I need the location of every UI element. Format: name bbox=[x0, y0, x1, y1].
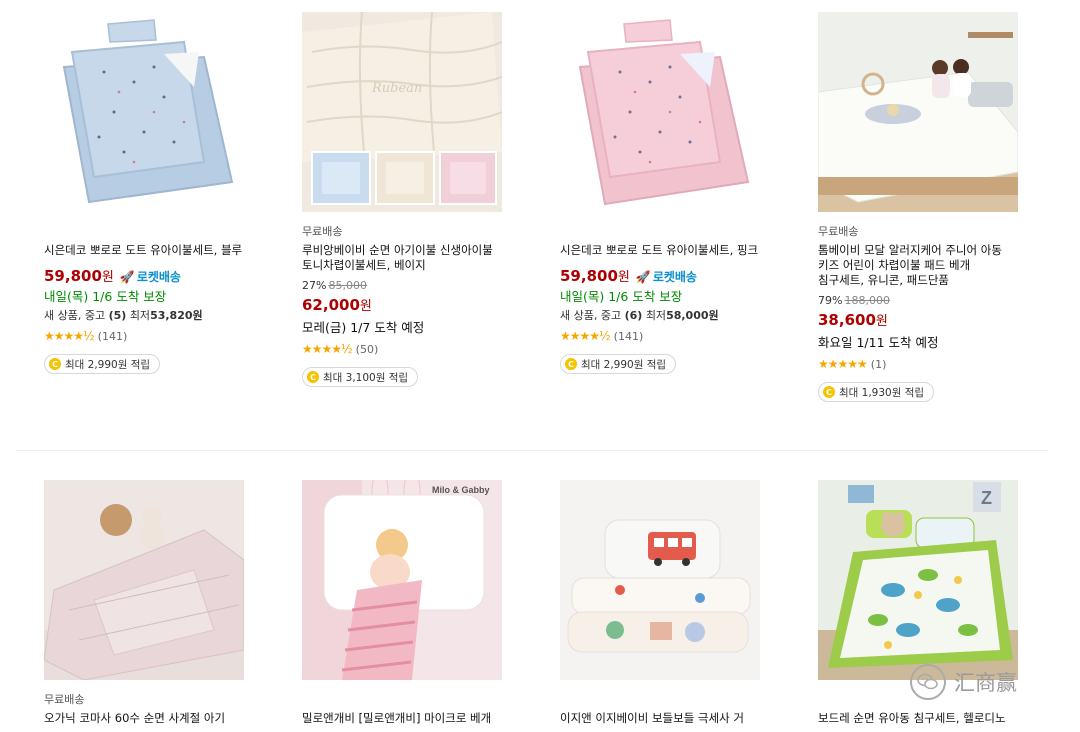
rocket-delivery-badge: 🚀 로켓배송 bbox=[636, 267, 697, 287]
coin-icon: C bbox=[49, 358, 61, 370]
product-price: 38,600원 bbox=[818, 311, 888, 329]
row-divider bbox=[16, 450, 1048, 451]
cashback-badge: C 최대 2,990원 적립 bbox=[560, 354, 677, 374]
delivery-info: 화요일 1/11 도착 예정 bbox=[818, 335, 939, 350]
rating: ★★★★½ (141) bbox=[44, 328, 244, 344]
delivery-info: 내일(목) 1/6 도착 보장 bbox=[44, 289, 167, 304]
rocket-delivery-badge: 🚀 로켓배송 bbox=[120, 267, 181, 287]
cashback-badge: C 최대 2,990원 적립 bbox=[44, 354, 161, 374]
product-title[interactable]: 오가닉 코마사 60수 순면 사계절 아기 bbox=[44, 711, 244, 726]
wechat-icon bbox=[910, 664, 946, 700]
svg-text:Rubean: Rubean bbox=[371, 81, 422, 96]
used-offers[interactable]: 새 상품, 중고 (6) 최저58,000원 bbox=[560, 308, 760, 324]
star-rating-icon: ★★★★½ bbox=[44, 329, 95, 343]
star-rating-icon: ★★★★★ bbox=[818, 357, 868, 371]
coin-icon: C bbox=[823, 386, 835, 398]
star-rating-icon: ★★★★½ bbox=[302, 342, 353, 356]
coin-icon: C bbox=[565, 358, 577, 370]
product-price: 59,800원 bbox=[44, 267, 114, 285]
svg-text:Z: Z bbox=[981, 488, 992, 508]
product-card[interactable]: 시은데코 뽀로로 도트 유아이불세트, 핑크 59,800원 🚀 로켓배송 내일(… bbox=[560, 12, 760, 374]
cashback-badge: C 최대 3,100원 적립 bbox=[302, 367, 419, 387]
product-card[interactable]: 무료배송 오가닉 코마사 60수 순면 사계절 아기 bbox=[44, 480, 244, 726]
product-card[interactable]: 이지앤 이지베이비 보들보들 극세사 거 bbox=[560, 480, 760, 726]
product-image[interactable]: Milo & Gabby bbox=[302, 480, 502, 680]
product-title[interactable]: 보드레 순면 유아동 침구세트, 헬로디노 bbox=[818, 711, 1018, 726]
cashback-badge: C 최대 1,930원 적립 bbox=[818, 382, 935, 402]
product-title[interactable]: 밀로앤개비 [밀로앤개비] 마이크로 베개 bbox=[302, 711, 502, 726]
product-price: 62,000원 bbox=[302, 296, 372, 314]
review-count: (141) bbox=[97, 329, 128, 343]
product-title[interactable]: 시은데코 뽀로로 도트 유아이불세트, 블루 bbox=[44, 243, 244, 258]
product-image[interactable]: Rubean bbox=[302, 12, 502, 212]
discount-info: 27% 85,000 bbox=[302, 279, 367, 292]
free-shipping-label: 무료배송 bbox=[302, 225, 343, 238]
free-shipping-label: 무료배송 bbox=[818, 225, 859, 238]
watermark: 汇商赢 bbox=[910, 664, 1017, 700]
product-title[interactable]: 루비앙베이비 순면 아기이불 신생아이불 토니차렵이불세트, 베이지 bbox=[302, 243, 502, 273]
review-count: (141) bbox=[613, 329, 644, 343]
product-image[interactable] bbox=[818, 12, 1018, 212]
product-image[interactable] bbox=[44, 480, 244, 680]
rocket-icon: 🚀 bbox=[119, 270, 135, 284]
delivery-info: 내일(목) 1/6 도착 보장 bbox=[560, 289, 683, 304]
product-title[interactable]: 이지앤 이지베이비 보들보들 극세사 거 bbox=[560, 711, 760, 726]
product-image[interactable] bbox=[44, 12, 244, 212]
watermark-text: 汇商赢 bbox=[954, 671, 1017, 695]
coin-icon: C bbox=[307, 371, 319, 383]
used-offers[interactable]: 새 상품, 중고 (5) 최저53,820원 bbox=[44, 308, 244, 324]
rating: ★★★★★ (1) bbox=[818, 356, 1018, 372]
product-image[interactable] bbox=[560, 12, 760, 212]
product-card[interactable]: 시은데코 뽀로로 도트 유아이불세트, 블루 59,800원 🚀 로켓배송 내일(… bbox=[44, 12, 244, 374]
rating: ★★★★½ (50) bbox=[302, 341, 502, 357]
rating: ★★★★½ (141) bbox=[560, 328, 760, 344]
review-count: (1) bbox=[870, 357, 887, 371]
free-shipping-label: 무료배송 bbox=[44, 693, 85, 706]
product-image[interactable]: Z bbox=[818, 480, 1018, 680]
rocket-icon: 🚀 bbox=[635, 270, 651, 284]
star-rating-icon: ★★★★½ bbox=[560, 329, 611, 343]
product-title[interactable]: 톰베이비 모달 알러지케어 주니어 아동 키즈 어린이 차렵이불 패드 베개 침… bbox=[818, 243, 1018, 288]
product-image[interactable] bbox=[560, 480, 760, 680]
product-card[interactable]: Rubean 무료배송 루비앙베이비 순면 아기이불 신생아이불 토니차렵이불세… bbox=[302, 12, 502, 387]
brand-overlay: Milo & Gabby bbox=[432, 485, 490, 495]
delivery-info: 모레(금) 1/7 도착 예정 bbox=[302, 320, 425, 335]
product-price: 59,800원 bbox=[560, 267, 630, 285]
review-count: (50) bbox=[355, 342, 379, 356]
product-title[interactable]: 시은데코 뽀로로 도트 유아이불세트, 핑크 bbox=[560, 243, 760, 258]
product-card[interactable]: Milo & Gabby 밀로앤개비 [밀로앤개비] 마이크로 베개 bbox=[302, 480, 502, 726]
product-card[interactable]: 무료배송 톰베이비 모달 알러지케어 주니어 아동 키즈 어린이 차렵이불 패드… bbox=[818, 12, 1018, 402]
discount-info: 79% 188,000 bbox=[818, 294, 890, 307]
